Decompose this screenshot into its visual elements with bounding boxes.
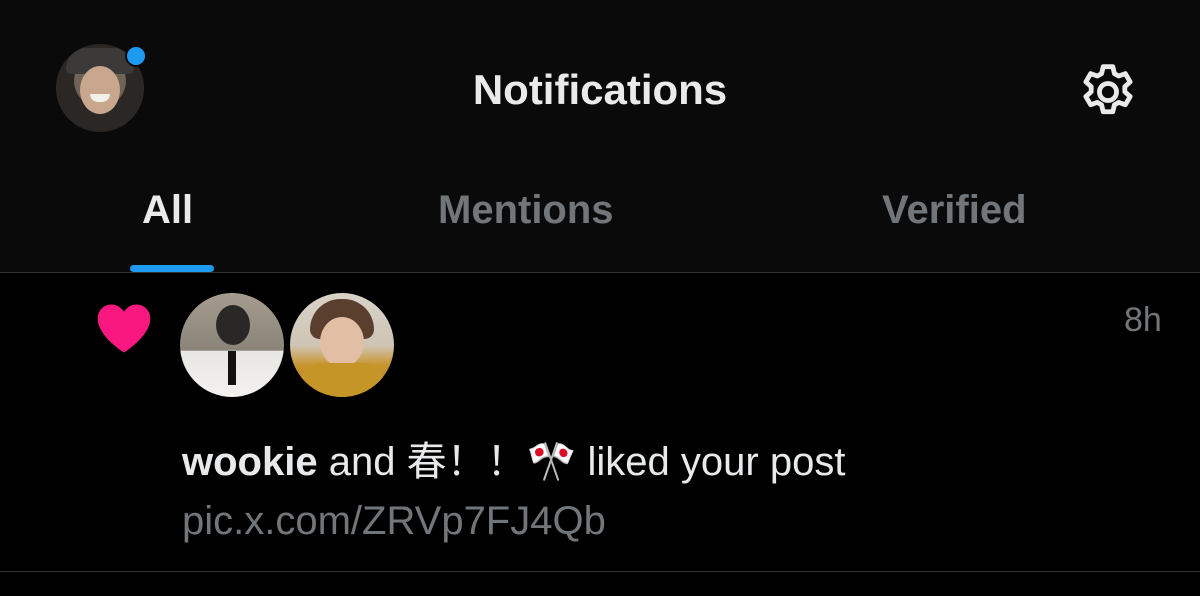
liker-avatar-scarf xyxy=(300,363,384,397)
heart-icon xyxy=(97,304,151,353)
action-text: liked your post xyxy=(587,440,846,484)
notification-text: wookie and 春！！🎌 liked your post xyxy=(182,429,845,487)
unread-dot-badge xyxy=(125,45,147,67)
liker-avatar-haru[interactable] xyxy=(290,293,394,397)
active-tab-indicator xyxy=(130,265,214,272)
connector-text: and xyxy=(328,440,396,484)
post-link[interactable]: pic.x.com/ZRVp7FJ4Qb xyxy=(182,499,606,544)
tab-all[interactable]: All xyxy=(142,188,193,233)
tab-mentions[interactable]: Mentions xyxy=(438,188,614,233)
liker-avatar-face xyxy=(320,317,364,367)
tab-verified[interactable]: Verified xyxy=(882,188,1027,233)
liker-avatar-tie xyxy=(228,351,236,385)
notification-item[interactable]: 8h wookie and 春！！🎌 liked your post pic.x… xyxy=(0,273,1200,571)
user-name-wookie[interactable]: wookie xyxy=(182,440,318,484)
top-app-bar: Notifications xyxy=(0,0,1200,180)
gear-icon[interactable] xyxy=(1076,60,1140,124)
liker-avatar-head xyxy=(216,305,250,345)
page-title: Notifications xyxy=(472,66,728,113)
notification-time: 8h xyxy=(1124,301,1162,339)
user-name-haru[interactable]: 春！！🎌 xyxy=(407,440,577,484)
notification-tabs: All Mentions Verified xyxy=(0,180,1200,272)
liker-avatar-wookie[interactable] xyxy=(180,293,284,397)
item-divider xyxy=(0,571,1200,572)
